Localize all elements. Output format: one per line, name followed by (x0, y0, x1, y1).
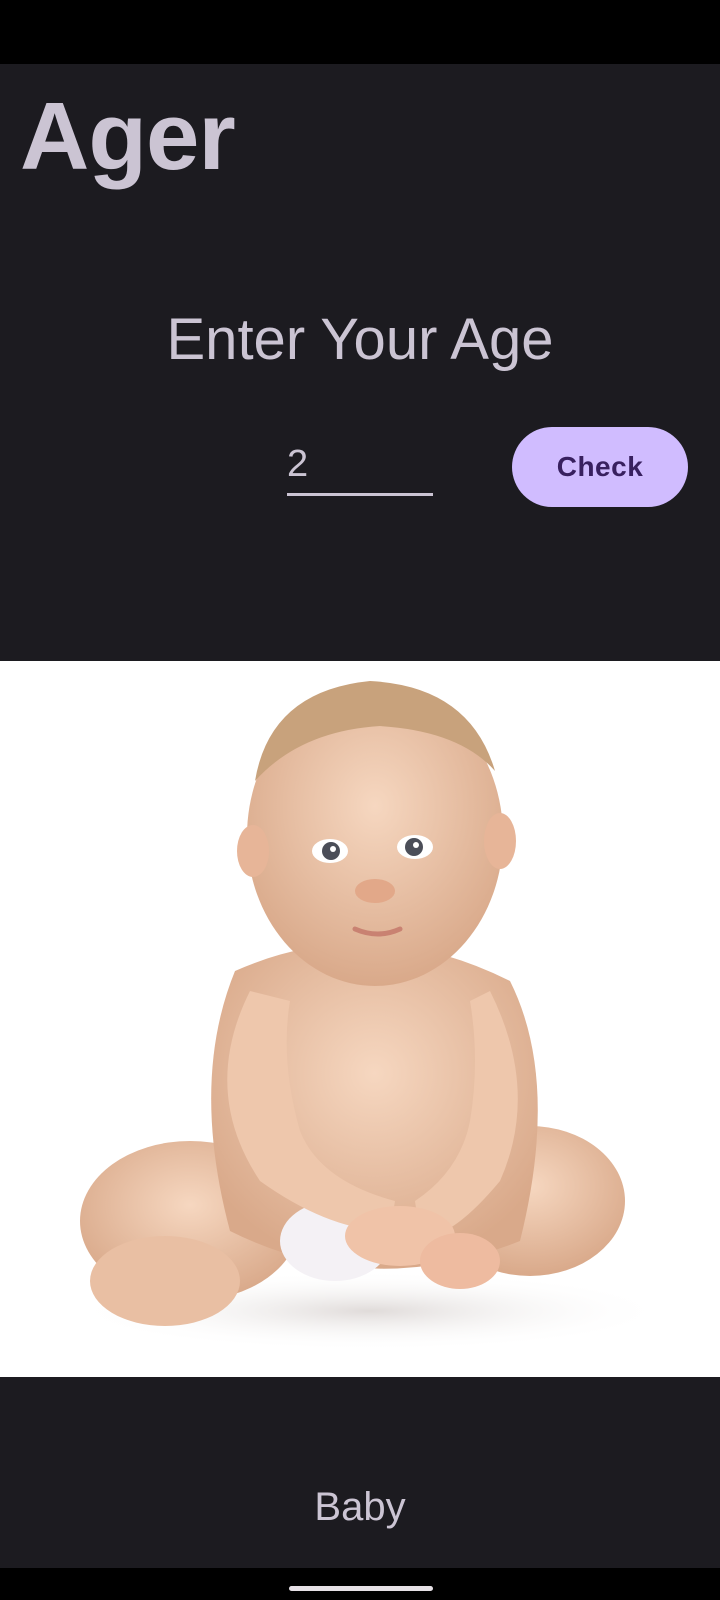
baby-illustration (70, 681, 670, 1351)
gesture-handle[interactable] (289, 1586, 433, 1591)
navigation-bar (0, 1568, 720, 1600)
age-prompt-label: Enter Your Age (166, 307, 554, 372)
app-title: Ager (20, 83, 236, 190)
status-bar (0, 0, 720, 64)
age-category-label: Baby (314, 1485, 406, 1529)
check-button[interactable]: Check (512, 427, 688, 507)
age-input[interactable] (287, 436, 433, 493)
baby-photo (0, 661, 720, 1377)
age-input-field[interactable] (287, 436, 433, 496)
